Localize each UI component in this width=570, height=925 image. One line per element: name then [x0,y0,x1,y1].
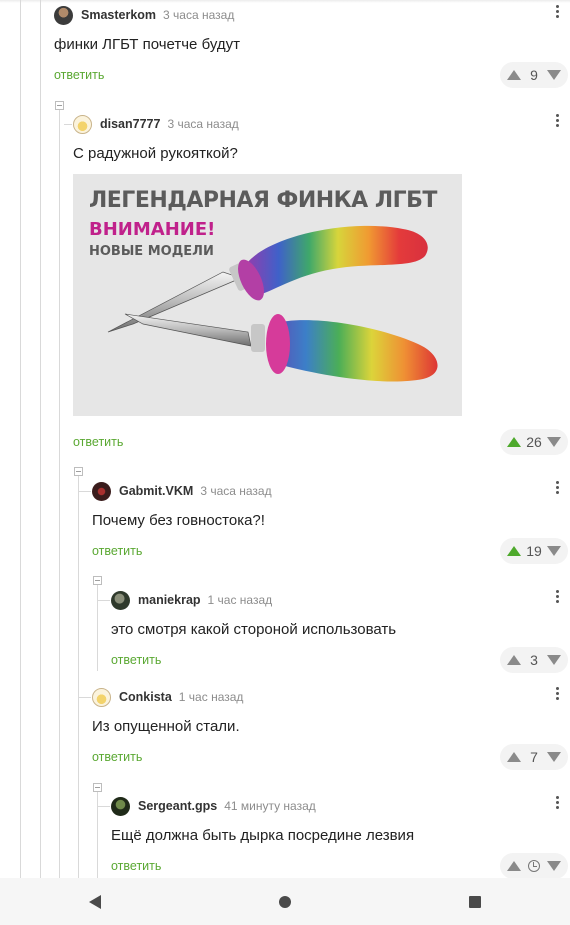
vote-control: 7 [500,744,568,770]
home-icon[interactable] [279,895,291,908]
thread-line [78,476,79,878]
collapse-toggle[interactable] [74,467,83,476]
reply-link[interactable]: ответить [92,544,142,558]
avatar[interactable] [92,687,111,707]
thread-branch [97,806,110,807]
vote-score: 19 [526,543,542,559]
arrow-down-icon[interactable] [546,546,561,556]
vote-score: 9 [530,67,538,83]
comment-time: 3 часа назад [167,117,239,131]
comment-author[interactable]: Conkista [119,690,172,704]
vote-score: 7 [530,749,538,765]
thread-branch [78,697,91,698]
comment-text: Из опущенной стали. [92,718,240,735]
reply-link[interactable]: ответить [111,859,161,873]
comment-text: финки ЛГБТ почетче будут [54,36,240,53]
thread-line [97,585,98,671]
vote-control: 9 [500,62,568,88]
arrow-up-icon[interactable] [507,861,521,871]
thread-branch [64,124,72,125]
arrow-up-icon[interactable] [507,70,521,80]
more-vertical-icon[interactable] [550,112,564,132]
comment: maniekrap 1 час назад это смотря какой с… [111,590,570,675]
comment-author[interactable]: Gabmit.VKM [119,484,193,498]
more-vertical-icon[interactable] [550,794,564,814]
comment: Gabmit.VKM 3 часа назад Почему без говно… [92,481,570,566]
clock-icon [528,860,540,872]
back-icon[interactable] [89,894,101,909]
arrow-up-icon[interactable] [507,437,521,447]
vote-score: 26 [526,434,542,450]
comment-text: Ещё должна быть дырка посредине лезвия [111,827,415,844]
thread-line [59,110,60,878]
reply-link[interactable]: ответить [54,68,104,82]
arrow-up-icon[interactable] [507,752,521,762]
comment-text: это смотря какой стороной использовать [111,621,397,638]
arrow-down-icon[interactable] [546,437,561,447]
collapse-toggle[interactable] [93,576,102,585]
avatar[interactable] [92,481,111,501]
avatar[interactable] [111,796,130,816]
comment-time: 3 часа назад [163,8,235,22]
vote-control: 26 [500,429,568,455]
comment: Sergeant.gps 41 минуту назад Ещё должна … [111,794,570,879]
reply-link[interactable]: ответить [92,750,142,764]
vote-score: 3 [530,652,538,668]
comment-time: 41 минуту назад [224,799,316,813]
system-navigation-bar [0,878,570,925]
vote-control: 3 [500,647,568,673]
collapse-toggle[interactable] [93,783,102,792]
arrow-up-icon[interactable] [507,546,521,556]
arrow-up-icon[interactable] [507,655,521,665]
reply-link[interactable]: ответить [111,653,161,667]
top-shadow [0,0,570,3]
rainbow-knives-illustration [107,225,438,382]
reply-link[interactable]: ответить [73,435,123,449]
comment-image[interactable]: ЛЕГЕНДАРНАЯ ФИНКА ЛГБТ ВНИМАНИЕ! НОВЫЕ М… [73,174,462,416]
comment-author[interactable]: disan7777 [100,117,160,131]
comment-time: 1 час назад [178,690,244,704]
arrow-down-icon[interactable] [546,70,561,80]
comment-author[interactable]: maniekrap [138,593,201,607]
arrow-down-icon[interactable] [546,655,561,665]
comment: Smasterkom 3 часа назад финки ЛГБТ почет… [54,5,570,90]
recents-icon[interactable] [469,895,481,908]
thread-branch [97,600,110,601]
comment-text: С радужной рукояткой? [73,145,238,162]
comment-time: 1 час назад [207,593,273,607]
comment-author[interactable]: Sergeant.gps [138,799,217,813]
more-vertical-icon[interactable] [550,588,564,608]
vote-control [500,853,568,879]
avatar[interactable] [54,5,73,25]
collapse-toggle[interactable] [55,101,64,110]
vote-control: 19 [500,538,568,564]
more-vertical-icon[interactable] [550,685,564,705]
thread-branch [78,491,91,492]
comment-author[interactable]: Smasterkom [81,8,156,22]
arrow-down-icon[interactable] [547,861,561,871]
avatar[interactable] [111,590,130,610]
thread-line [20,0,21,878]
more-vertical-icon[interactable] [550,3,564,23]
thread-line [40,0,41,878]
arrow-down-icon[interactable] [546,752,561,762]
comment: Conkista 1 час назад Из опущенной стали.… [92,687,570,772]
comment-time: 3 часа назад [200,484,272,498]
comment-text: Почему без говностока?! [92,512,265,529]
more-vertical-icon[interactable] [550,479,564,499]
thread-line [97,792,98,878]
avatar[interactable] [73,114,92,134]
